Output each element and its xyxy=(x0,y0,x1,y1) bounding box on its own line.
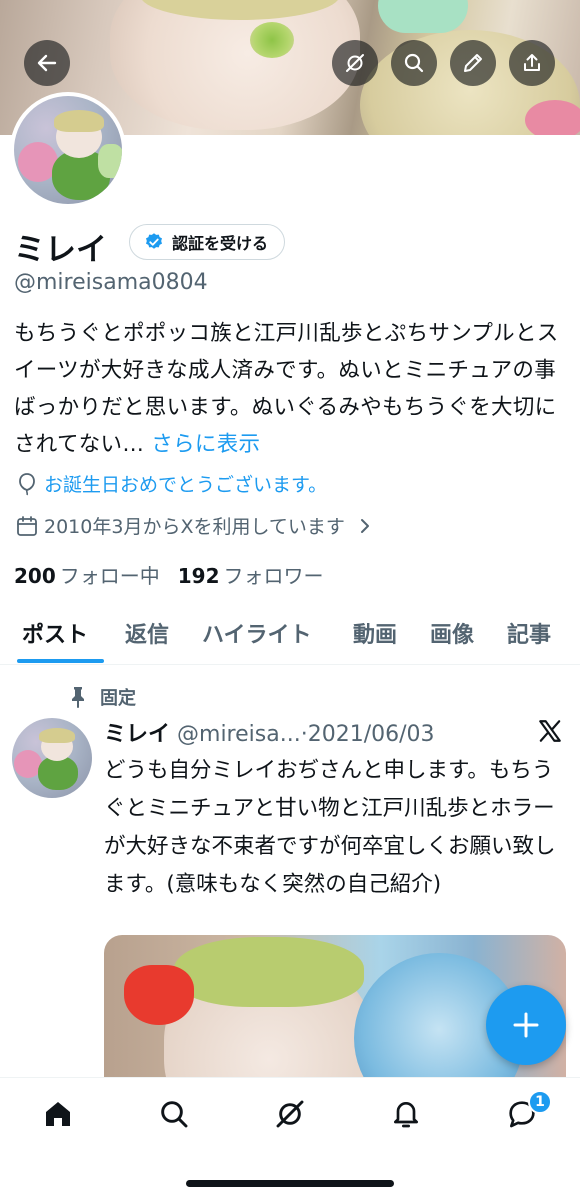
birthday-text: お誕生日おめでとうございます。 xyxy=(44,474,328,496)
arrow-left-icon xyxy=(37,54,57,72)
search-button[interactable] xyxy=(391,40,437,86)
post-author-name[interactable]: ミレイ xyxy=(104,722,170,747)
plus-icon xyxy=(513,1012,539,1038)
tab-posts[interactable]: ポスト xyxy=(22,617,88,649)
banner-bubble xyxy=(378,0,468,33)
profile-handle: @mireisama0804 xyxy=(14,270,208,295)
birthday-row[interactable]: お誕生日おめでとうございます。 xyxy=(16,470,327,497)
pin-icon xyxy=(72,687,84,708)
joined-text: 2010年3月からXを利用しています xyxy=(44,516,345,538)
nav-search[interactable] xyxy=(154,1094,194,1134)
messages-badge: 1 xyxy=(528,1090,552,1114)
post-avatar[interactable] xyxy=(12,718,92,798)
balloon-icon xyxy=(19,472,35,495)
post-avatar-hair xyxy=(39,728,75,743)
joined-row[interactable]: 2010年3月からXを利用しています xyxy=(16,512,373,539)
tab-videos[interactable]: 動画 xyxy=(353,617,397,649)
media-heart xyxy=(124,965,194,1025)
profile-avatar[interactable] xyxy=(10,92,126,208)
follow-counts: 200 フォロー中 192 フォロワー xyxy=(14,560,324,589)
edit-button[interactable] xyxy=(450,40,496,86)
post-avatar-body xyxy=(38,756,78,790)
search-icon xyxy=(161,1101,188,1128)
home-indicator xyxy=(186,1180,394,1187)
banner-plush-eye xyxy=(250,22,294,58)
post-header: ミレイ @mireisa...·2021/06/03 xyxy=(104,716,435,748)
active-tab-indicator xyxy=(17,659,104,663)
bio-text: もちうぐとポポッコ族と江戸川乱歩とぷちサンプルとスイーツが大好きな成人済みです。… xyxy=(14,321,559,457)
pencil-icon xyxy=(464,54,482,72)
banner-pink-object xyxy=(525,100,580,135)
compose-post-button[interactable] xyxy=(486,985,566,1065)
followers-label: フォロワー xyxy=(223,564,324,588)
get-verified-label: 認証を受ける xyxy=(172,234,269,253)
avatar-green-plush xyxy=(98,144,122,178)
grok-button[interactable] xyxy=(332,40,378,86)
post-text: どうも自分ミレイおぢさんと申します。もちうぐとミニチュアと甘い物と江戸川乱歩とホ… xyxy=(104,758,556,897)
tab-articles[interactable]: 記事 xyxy=(507,617,551,649)
media-plush-hair xyxy=(174,937,364,1007)
nav-notifications[interactable] xyxy=(386,1094,426,1134)
back-button[interactable] xyxy=(24,40,70,86)
post-date[interactable]: 2021/06/03 xyxy=(308,722,435,747)
pinned-label: 固定 xyxy=(100,688,136,709)
post-separator: · xyxy=(300,722,308,747)
home-icon xyxy=(46,1102,70,1126)
get-verified-button[interactable]: 認証を受ける xyxy=(129,224,286,260)
chevron-right-icon xyxy=(360,518,369,533)
profile-name: ミレイ xyxy=(14,232,107,268)
post-author-handle[interactable]: @mireisa... xyxy=(177,722,301,747)
share-icon xyxy=(524,54,540,71)
search-icon xyxy=(404,53,424,73)
bell-icon xyxy=(394,1102,418,1128)
profile-tabs: ポスト 返信 ハイライト 動画 画像 記事 xyxy=(0,600,580,665)
verified-badge-icon xyxy=(146,233,162,249)
tab-replies[interactable]: 返信 xyxy=(125,617,169,649)
following-label: フォロー中 xyxy=(59,564,160,588)
tab-images[interactable]: 画像 xyxy=(430,617,474,649)
following-link[interactable]: 200 フォロー中 xyxy=(14,560,160,589)
profile-bio: もちうぐとポポッコ族と江戸川乱歩とぷちサンプルとスイーツが大好きな成人済みです。… xyxy=(14,315,570,463)
followers-link[interactable]: 192 フォロワー xyxy=(178,560,324,589)
avatar-plush-hair xyxy=(54,110,104,132)
share-button[interactable] xyxy=(509,40,555,86)
grok-icon xyxy=(276,1100,304,1128)
following-count: 200 xyxy=(14,564,56,588)
calendar-icon xyxy=(17,515,37,536)
pinned-indicator: 固定 xyxy=(70,684,136,710)
tab-highlights[interactable]: ハイライト xyxy=(202,617,312,649)
nav-home[interactable] xyxy=(38,1094,78,1134)
nav-grok[interactable] xyxy=(270,1094,310,1134)
show-more-link[interactable]: さらに表示 xyxy=(151,432,260,457)
x-logo-icon[interactable] xyxy=(537,718,563,744)
grok-icon xyxy=(346,54,364,72)
followers-count: 192 xyxy=(177,564,220,588)
